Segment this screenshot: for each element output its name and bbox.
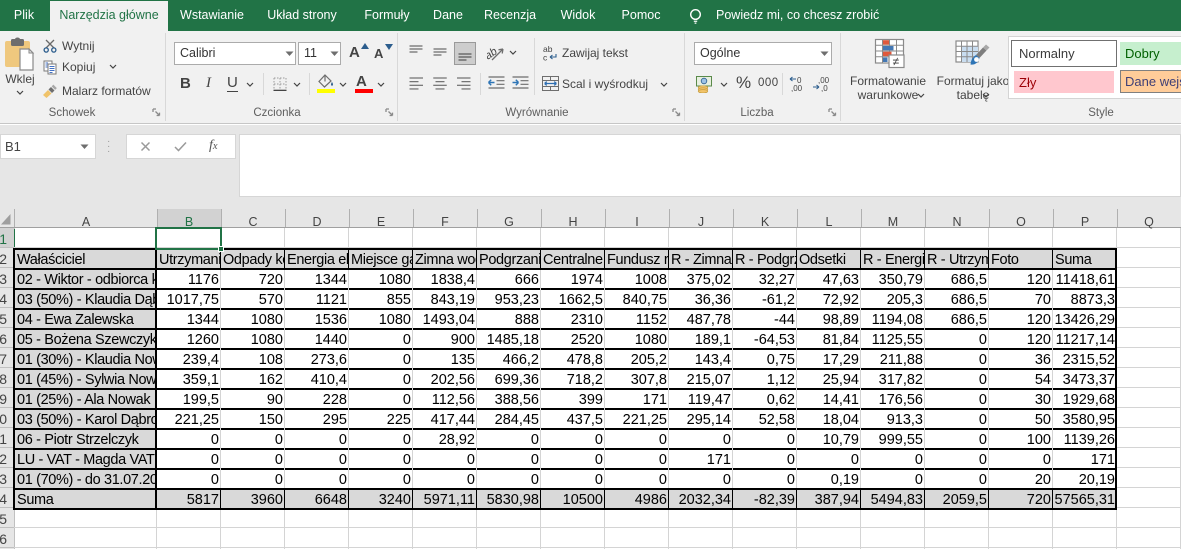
- svg-text:≠: ≠: [893, 55, 900, 69]
- svg-text:,00: ,00: [791, 84, 803, 92]
- svg-text:,0: ,0: [821, 84, 828, 92]
